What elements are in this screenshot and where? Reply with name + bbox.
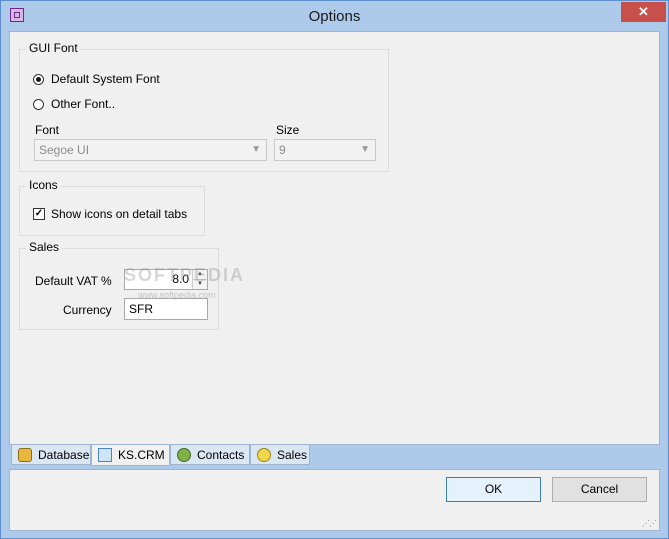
tab-sales-label: Sales [277,447,308,462]
title-bar[interactable]: Options ✕ [1,1,668,31]
tab-database[interactable]: Database [11,445,91,465]
dialog-button-panel: OK Cancel ⋰⋰ [9,469,660,531]
close-button[interactable]: ✕ [621,2,666,22]
tab-strip: Database KS.CRM Contacts Sales [9,445,660,466]
contacts-icon [177,447,191,462]
tab-ks-crm-label: KS.CRM [118,448,165,462]
size-label: Size [276,123,300,137]
default-vat-label: Default VAT % [35,274,112,288]
checkmark-icon[interactable]: ✓ [33,208,45,220]
default-system-font-label: Default System Font [51,72,160,86]
watermark-url: www.softpedia.com [138,290,216,300]
tab-contacts-label: Contacts [197,447,245,462]
crm-window-icon [98,448,112,462]
show-icons-label: Show icons on detail tabs [51,207,188,221]
ok-button[interactable]: OK [446,477,541,502]
sales-legend: Sales [26,240,63,254]
size-select-value: 9 [279,143,286,157]
tab-contacts[interactable]: Contacts [170,445,250,465]
icons-group: Icons ✓ Show icons on detail tabs [19,178,205,236]
resize-grip-icon[interactable]: ⋰⋰ [642,519,657,528]
chevron-down-icon[interactable]: ▼ [360,140,370,160]
database-icon [18,447,32,462]
default-system-font-radio[interactable]: Default System Font [33,72,160,86]
watermark-text: SOFTPEDIA [124,265,246,285]
radio-checked-icon[interactable] [33,73,44,85]
tab-ks-crm[interactable]: KS.CRM [91,445,170,466]
font-select[interactable]: Segoe UI ▼ [34,139,267,161]
font-select-value: Segoe UI [39,143,90,157]
show-icons-checkbox[interactable]: ✓ Show icons on detail tabs [33,207,187,221]
currency-input[interactable]: SFR [124,298,208,320]
radio-unchecked-icon[interactable] [33,98,44,110]
chevron-down-icon[interactable]: ▼ [251,140,261,160]
options-window: Options ✕ GUI Font Default System Font O… [0,0,669,539]
sales-group: Sales Default VAT % 8.0 ▲ ▼ Currency SFR [19,240,219,330]
sales-icon [257,447,271,462]
currency-label: Currency [63,303,112,317]
gui-font-group: GUI Font Default System Font Other Font.… [19,41,389,172]
tab-sales[interactable]: Sales [250,445,310,465]
font-label: Font [35,123,60,137]
options-content-panel: GUI Font Default System Font Other Font.… [9,31,660,445]
other-font-radio[interactable]: Other Font.. [33,97,115,111]
cancel-button[interactable]: Cancel [552,477,647,502]
size-select[interactable]: 9 ▼ [274,139,376,161]
gui-font-legend: GUI Font [26,41,81,55]
tab-database-label: Database [38,447,90,462]
window-title: Options [308,8,361,25]
other-font-label: Other Font.. [51,97,116,111]
icons-legend: Icons [26,178,61,192]
